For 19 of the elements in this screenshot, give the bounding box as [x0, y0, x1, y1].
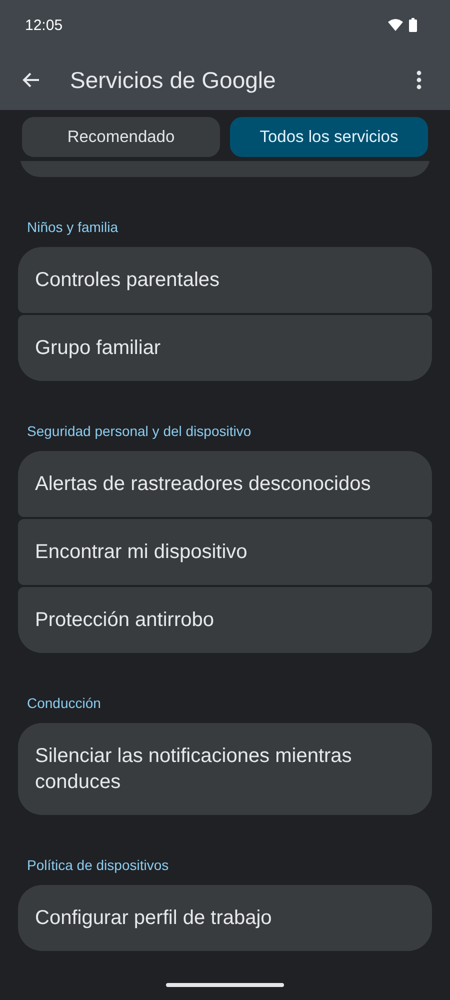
list-item[interactable]: Protección antirrobo [18, 587, 432, 653]
list-item[interactable]: Silenciar las notificaciones mientras conduces [18, 723, 432, 815]
list-item[interactable]: Controles parentales [18, 247, 432, 313]
list-item[interactable]: Alertas de rastreadores desconocidos [18, 451, 432, 517]
list-item[interactable]: Configurar perfil de trabajo [18, 885, 432, 951]
more-icon[interactable] [416, 70, 422, 90]
section-heading: Seguridad personal y del dispositivo [27, 422, 252, 441]
section-heading: Conducción [27, 694, 102, 713]
section-heading: Política de dispositivos [27, 856, 170, 875]
wifi-icon [388, 19, 403, 31]
tab[interactable]: Recomendado [22, 117, 220, 157]
list-item[interactable]: Grupo familiar [18, 315, 432, 381]
screen-title: Servicios de Google [70, 66, 277, 94]
status-time: 12:05 [25, 16, 63, 34]
list-item[interactable]: Encontrar mi dispositivo [18, 519, 432, 585]
tab[interactable]: Todos los servicios [230, 117, 428, 157]
battery-icon [409, 18, 417, 32]
back-icon[interactable] [22, 72, 40, 88]
section-heading: Niños y familia [27, 218, 120, 237]
